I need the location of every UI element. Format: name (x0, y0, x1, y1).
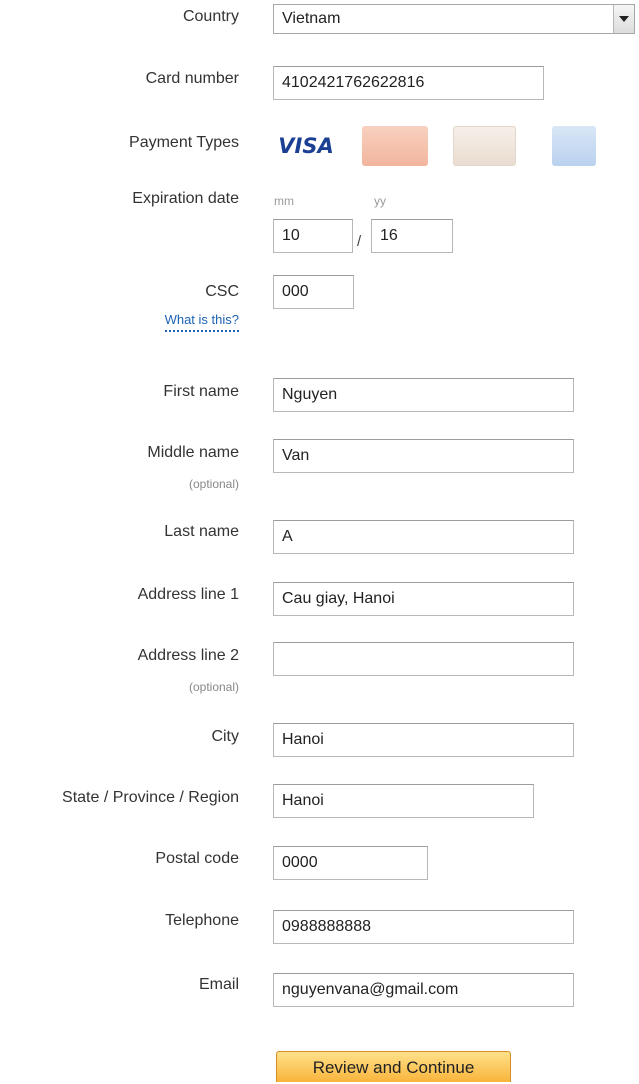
first-name-label: First name (163, 383, 239, 400)
expiration-year-input[interactable] (371, 219, 453, 253)
middle-name-label: Middle name (147, 444, 239, 461)
discover-icon (453, 126, 516, 166)
mastercard-icon (362, 126, 428, 166)
address-line-2-label: Address line 2 (137, 647, 239, 664)
csc-input[interactable] (273, 275, 354, 309)
expiration-month-input[interactable] (273, 219, 353, 253)
state-label: State / Province / Region (62, 789, 239, 806)
expiration-date-label: Expiration date (132, 190, 239, 207)
date-separator: / (357, 233, 362, 250)
email-label: Email (198, 976, 239, 993)
review-and-continue-button[interactable]: Review and Continue (276, 1051, 511, 1082)
address-line-2-input[interactable] (273, 642, 574, 676)
city-label: City (211, 728, 239, 745)
chevron-down-icon[interactable] (613, 5, 634, 33)
country-select[interactable]: Vietnam (273, 4, 635, 34)
postal-code-input[interactable] (273, 846, 428, 880)
country-value: Vietnam (282, 10, 341, 27)
country-label: Country (182, 8, 239, 25)
postal-code-label: Postal code (155, 850, 239, 867)
month-hint: mm (274, 194, 294, 208)
last-name-input[interactable] (273, 520, 574, 554)
payment-types-label: Payment Types (129, 134, 239, 151)
first-name-input[interactable] (273, 378, 574, 412)
visa-icon: VISA (278, 134, 334, 158)
state-input[interactable] (273, 784, 534, 818)
csc-label: CSC (205, 283, 239, 300)
middle-name-input[interactable] (273, 439, 574, 473)
telephone-input[interactable] (273, 910, 574, 944)
city-input[interactable] (273, 723, 574, 757)
card-number-input[interactable] (273, 66, 544, 100)
amex-icon (552, 126, 596, 166)
year-hint: yy (374, 194, 386, 208)
email-input[interactable] (273, 973, 574, 1007)
what-is-this-link[interactable]: What is this? (164, 312, 239, 332)
address-line-1-label: Address line 1 (137, 586, 239, 603)
last-name-label: Last name (164, 523, 239, 540)
address-line-1-input[interactable] (273, 582, 574, 616)
card-number-label: Card number (145, 70, 239, 87)
address-line-2-optional: (optional) (188, 680, 239, 694)
middle-name-optional: (optional) (188, 477, 239, 491)
telephone-label: Telephone (165, 912, 239, 929)
